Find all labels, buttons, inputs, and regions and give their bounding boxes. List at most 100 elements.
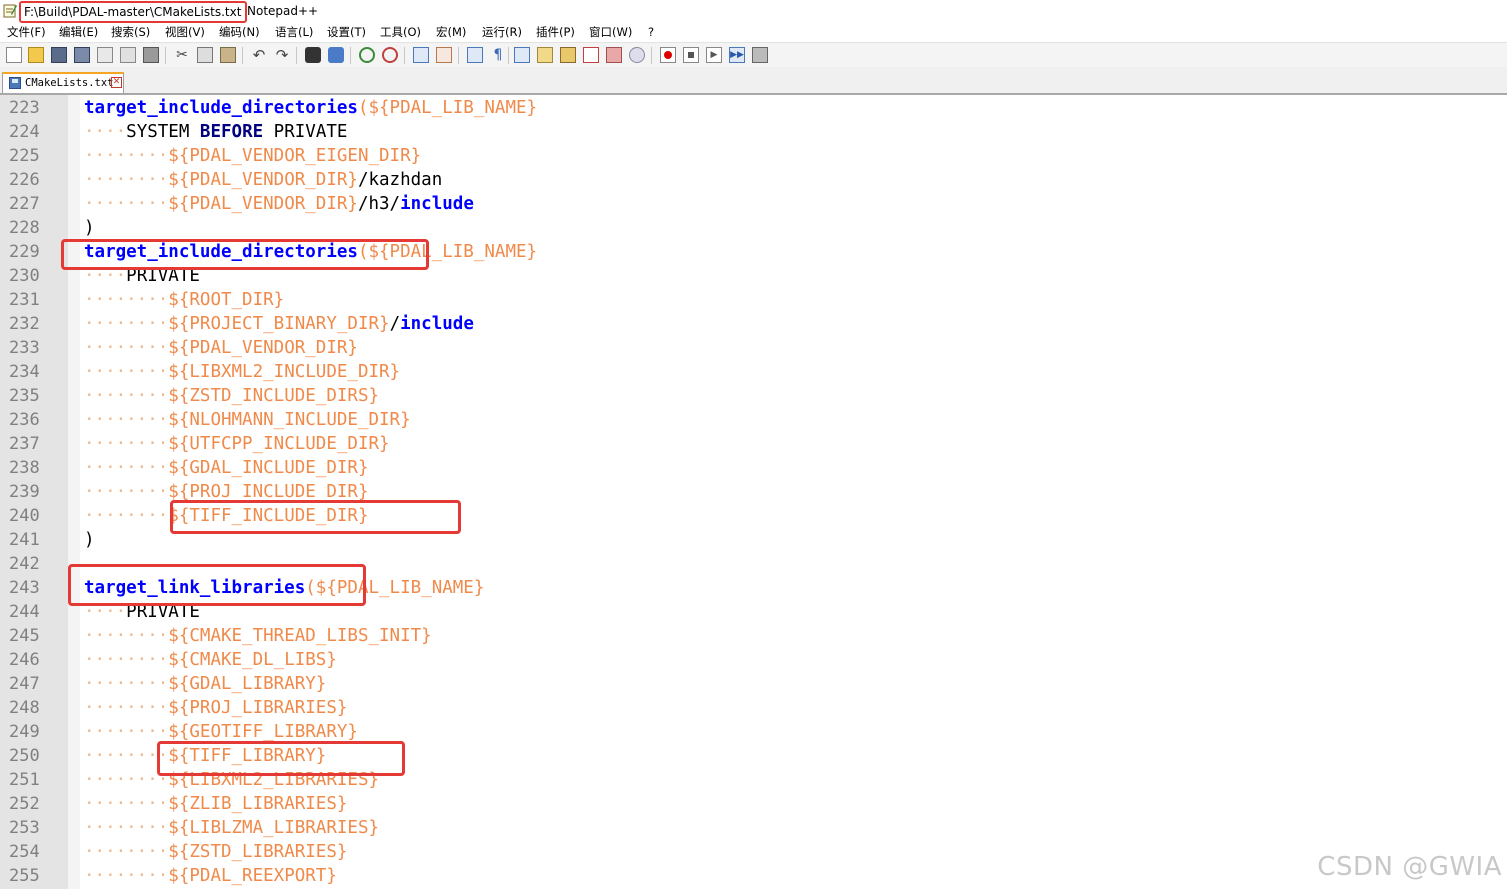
code-token-var: ${CMAKE_DL_LIBS} (168, 650, 337, 670)
code-token-txt: /h3/ (357, 194, 401, 214)
play-macro-icon[interactable]: ▶ (706, 47, 722, 63)
line-number: 245 (9, 626, 40, 646)
toolbar: ✂ ↶ ↷ ¶ ▶ ▶▶ (0, 42, 1507, 68)
code-token-var: ${LIBXML2_INCLUDE_DIR} (168, 362, 401, 382)
tab-close-icon[interactable]: ✕ (111, 77, 122, 88)
code-token-ws: ········ (84, 338, 169, 358)
menu-macro[interactable]: 宏(M) (436, 24, 466, 40)
menu-edit[interactable]: 编辑(E) (59, 24, 98, 40)
code-line: ········${UTFCPP_INCLUDE_DIR} (84, 432, 390, 456)
line-number: 248 (9, 698, 40, 718)
code-token-var: ${GEOTIFF_LIBRARY} (168, 722, 358, 742)
code-token-var: ${LIBLZMA_LIBRARIES} (168, 818, 380, 838)
print-icon[interactable] (143, 47, 159, 63)
save-icon[interactable] (51, 47, 67, 63)
open-file-icon[interactable] (28, 47, 44, 63)
line-number: 251 (9, 770, 40, 790)
folder-workspace-icon[interactable] (606, 47, 622, 63)
line-number: 247 (9, 674, 40, 694)
show-all-chars-icon[interactable]: ¶ (490, 47, 506, 63)
doc-map-icon[interactable] (560, 47, 576, 63)
cut-icon[interactable]: ✂ (174, 47, 190, 63)
close-all-icon[interactable] (120, 47, 136, 63)
monitor-icon[interactable] (629, 47, 645, 63)
menu-run[interactable]: 运行(R) (482, 24, 522, 40)
code-token-var: ${PDAL_VENDOR_DIR} (168, 194, 358, 214)
notepad-app-icon (3, 4, 17, 18)
code-token-var: ${UTFCPP_INCLUDE_DIR} (168, 434, 390, 454)
paste-icon[interactable] (220, 47, 236, 63)
code-token-txt: PRIVATE (263, 122, 348, 142)
sync-horizontal-icon[interactable] (436, 47, 452, 63)
sync-vertical-icon[interactable] (413, 47, 429, 63)
menu-file[interactable]: 文件(F) (7, 24, 46, 40)
tab-label: CMakeLists.txt (25, 77, 114, 89)
code-line: ········${PDAL_VENDOR_EIGEN_DIR} (84, 144, 421, 168)
menu-settings[interactable]: 设置(T) (327, 24, 366, 40)
replace-icon[interactable] (328, 47, 344, 63)
line-number: 226 (9, 170, 40, 190)
line-number: 253 (9, 818, 40, 838)
menu-encoding[interactable]: 编码(N) (219, 24, 260, 40)
code-line: ········${GDAL_LIBRARY} (84, 672, 326, 696)
code-token-var: ${PDAL_REEXPORT} (168, 866, 337, 886)
undo-icon[interactable]: ↶ (251, 47, 267, 63)
menu-window[interactable]: 窗口(W) (589, 24, 632, 40)
line-number: 235 (9, 386, 40, 406)
line-number: 244 (9, 602, 40, 622)
redo-icon[interactable]: ↷ (274, 47, 290, 63)
code-token-txt: SYSTEM (126, 122, 200, 142)
code-token-ws: ········ (84, 146, 169, 166)
line-number: 228 (9, 218, 40, 238)
editor-area[interactable]: 223 target_include_directories(${PDAL_LIB… (0, 95, 1507, 889)
code-token-ws: ········ (84, 818, 169, 838)
word-wrap-icon[interactable] (467, 47, 483, 63)
code-token-var: ${PDAL_VENDOR_EIGEN_DIR} (168, 146, 422, 166)
saved-file-icon (9, 77, 21, 89)
language-icon[interactable] (537, 47, 553, 63)
zoom-out-icon[interactable] (382, 47, 398, 63)
code-token-ws: ········ (84, 458, 169, 478)
fold-margin (68, 95, 80, 889)
code-token-ws: ········ (84, 866, 169, 886)
close-icon[interactable] (97, 47, 113, 63)
zoom-in-icon[interactable] (359, 47, 375, 63)
stop-macro-icon[interactable] (683, 47, 699, 63)
new-file-icon[interactable] (6, 47, 22, 63)
code-token-txt: / (389, 314, 401, 334)
find-icon[interactable] (305, 47, 321, 63)
tab-cmakelists[interactable]: CMakeLists.txt ✕ (2, 72, 124, 93)
menu-search[interactable]: 搜索(S) (111, 24, 150, 40)
menu-plugins[interactable]: 插件(P) (536, 24, 575, 40)
line-number: 227 (9, 194, 40, 214)
code-line: ········${LIBXML2_INCLUDE_DIR} (84, 360, 400, 384)
code-token-ws: ········ (84, 482, 169, 502)
menu-help[interactable]: ? (648, 24, 654, 40)
code-token-txt: /kazhdan (357, 170, 443, 190)
function-list-icon[interactable] (583, 47, 599, 63)
code-token-txt: ) (84, 218, 95, 238)
code-line: ········${PDAL_VENDOR_DIR}/h3/include (84, 192, 474, 216)
code-token-ws: ········ (84, 770, 169, 790)
menu-language[interactable]: 语言(L) (275, 24, 313, 40)
copy-icon[interactable] (197, 47, 213, 63)
save-macro-icon[interactable] (752, 47, 768, 63)
code-token-var: ${CMAKE_THREAD_LIBS_INIT} (168, 626, 432, 646)
code-token-var: ${PDAL_VENDOR_DIR} (168, 170, 358, 190)
code-token-var: ${PROJ_INCLUDE_DIR} (168, 482, 369, 502)
annotation-box-target-include-directories (61, 239, 429, 270)
save-all-icon[interactable] (74, 47, 90, 63)
record-macro-icon[interactable] (660, 47, 676, 63)
code-token-kw: include (400, 314, 474, 334)
indent-guide-icon[interactable] (514, 47, 530, 63)
annotation-box-target-link-libraries (68, 564, 366, 606)
play-multiple-macro-icon[interactable]: ▶▶ (729, 47, 745, 63)
code-token-var: ${ZSTD_LIBRARIES} (168, 842, 348, 862)
line-number: 240 (9, 506, 40, 526)
line-number: 224 (9, 122, 40, 142)
code-token-ws: ········ (84, 290, 169, 310)
line-number: 234 (9, 362, 40, 382)
code-line: ········${CMAKE_DL_LIBS} (84, 648, 337, 672)
menu-tools[interactable]: 工具(O) (380, 24, 421, 40)
menu-view[interactable]: 视图(V) (165, 24, 205, 40)
